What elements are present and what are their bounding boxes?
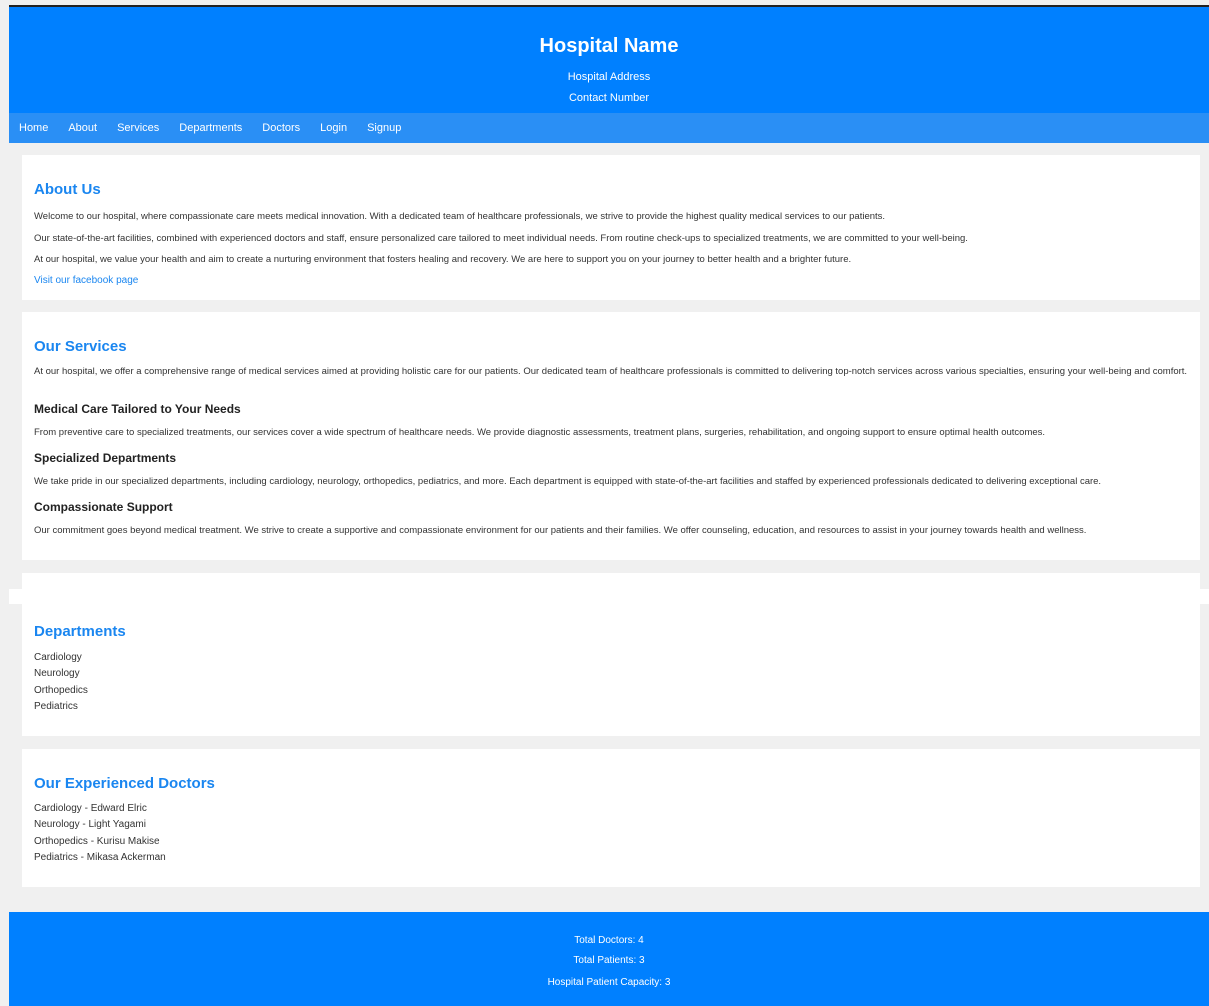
page-break-strip (9, 589, 1209, 604)
list-item: Pediatrics (34, 700, 78, 712)
services-heading: Our Services (34, 338, 127, 355)
about-section: About Us Welcome to our hospital, where … (22, 155, 1200, 300)
nav-departments[interactable]: Departments (179, 113, 242, 143)
facebook-link[interactable]: Visit our facebook page (34, 275, 1188, 286)
empty-card (22, 573, 1200, 589)
doctors-heading: Our Experienced Doctors (34, 775, 215, 792)
total-patients: Total Patients: 3 (573, 955, 645, 966)
nav-services[interactable]: Services (117, 113, 159, 143)
service-title-3: Compassionate Support (34, 500, 173, 514)
services-section: Our Services At our hospital, we offer a… (22, 312, 1200, 560)
list-item: Cardiology - Edward Elric (34, 803, 147, 814)
main-nav: Home About Services Departments Doctors … (9, 113, 1209, 143)
doctors-list: Cardiology - Edward Elric Neurology - Li… (34, 801, 1188, 866)
nav-home[interactable]: Home (19, 113, 48, 143)
service-title-2: Specialized Departments (34, 451, 177, 465)
departments-heading: Departments (34, 623, 126, 640)
about-paragraph-1: Welcome to our hospital, where compassio… (34, 211, 886, 222)
doctors-section: Our Experienced Doctors Cardiology - Edw… (22, 749, 1200, 887)
site-header: Hospital Name Hospital Address Contact N… (9, 7, 1209, 113)
about-heading: About Us (34, 181, 101, 198)
list-item: Orthopedics - Kurisu Makise (34, 835, 160, 847)
nav-about[interactable]: About (68, 113, 97, 143)
service-title-1: Medical Care Tailored to Your Needs (34, 402, 241, 416)
about-paragraph-3: At our hospital, we value your health an… (34, 254, 852, 265)
about-paragraph-2: Our state-of-the-art facilities, combine… (34, 233, 968, 244)
list-item: Neurology (34, 668, 80, 680)
departments-list: Cardiology Neurology Orthopedics Pediatr… (34, 650, 1188, 715)
list-item: Pediatrics - Mikasa Ackerman (34, 851, 166, 863)
nav-signup[interactable]: Signup (367, 113, 401, 143)
service-text-3: Our commitment goes beyond medical treat… (34, 525, 1087, 536)
nav-doctors[interactable]: Doctors (262, 113, 300, 143)
departments-section: Departments Cardiology Neurology Orthope… (22, 604, 1200, 736)
patient-capacity: Hospital Patient Capacity: 3 (547, 977, 671, 988)
service-text-2: We take pride in our specialized departm… (34, 476, 1102, 487)
total-doctors: Total Doctors: 4 (574, 935, 644, 946)
service-text-1: From preventive care to specialized trea… (34, 427, 1046, 438)
hospital-address: Hospital Address (567, 71, 651, 83)
contact-number: Contact Number (568, 92, 650, 104)
list-item: Cardiology (34, 652, 82, 663)
site-footer: Total Doctors: 4 Total Patients: 3 Hospi… (9, 912, 1209, 1006)
list-item: Orthopedics (34, 684, 88, 696)
list-item: Neurology - Light Yagami (34, 819, 146, 831)
hospital-name: Hospital Name (539, 35, 679, 57)
services-intro: At our hospital, we offer a comprehensiv… (34, 366, 1188, 377)
nav-login[interactable]: Login (320, 113, 347, 143)
